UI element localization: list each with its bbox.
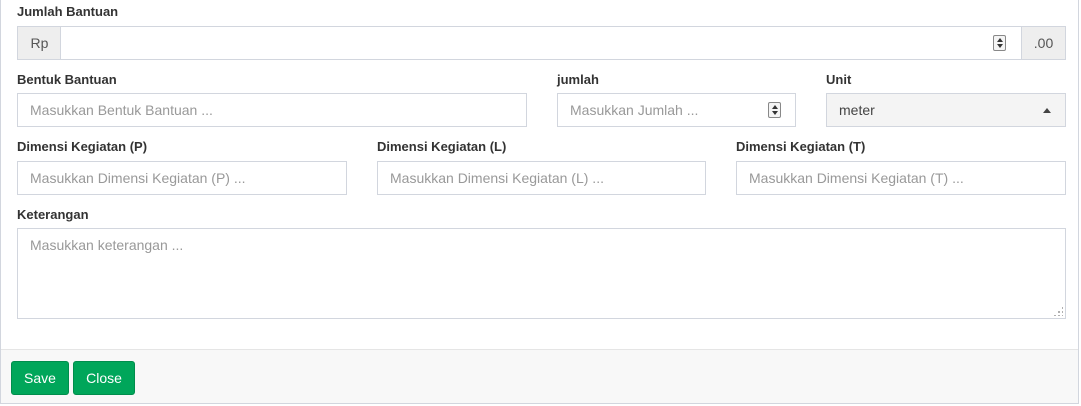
unit-selected-value: meter bbox=[839, 102, 875, 118]
spinner-up-icon[interactable] bbox=[771, 105, 778, 109]
jumlah-bantuan-spinner[interactable] bbox=[993, 35, 1006, 51]
unit-select[interactable]: meter bbox=[826, 93, 1066, 127]
jumlah-label: jumlah bbox=[557, 72, 599, 87]
spinner-up-icon[interactable] bbox=[996, 38, 1003, 42]
keterangan-label: Keterangan bbox=[17, 207, 89, 222]
keterangan-textarea[interactable] bbox=[17, 228, 1066, 319]
dimensi-p-label: Dimensi Kegiatan (P) bbox=[17, 139, 148, 154]
close-button[interactable]: Close bbox=[73, 361, 135, 395]
modal-footer: Save Close bbox=[1, 349, 1078, 403]
bentuk-bantuan-label: Bentuk Bantuan bbox=[17, 72, 117, 87]
decimal-suffix-addon: .00 bbox=[1021, 26, 1066, 60]
spinner-down-icon[interactable] bbox=[771, 111, 778, 115]
modal-body: Jumlah Bantuan Rp .00 Bentuk Bantuan jum… bbox=[0, 0, 1079, 404]
dimensi-p-input[interactable] bbox=[17, 161, 347, 195]
jumlah-spinner[interactable] bbox=[768, 102, 781, 118]
unit-label: Unit bbox=[826, 72, 852, 87]
save-button[interactable]: Save bbox=[11, 361, 69, 395]
jumlah-bantuan-label: Jumlah Bantuan bbox=[17, 4, 119, 19]
jumlah-input[interactable] bbox=[557, 93, 796, 127]
spinner-down-icon[interactable] bbox=[996, 44, 1003, 48]
keterangan-wrapper bbox=[17, 228, 1066, 319]
dimensi-t-label: Dimensi Kegiatan (T) bbox=[736, 139, 866, 154]
jumlah-bantuan-input[interactable] bbox=[60, 26, 1022, 60]
bentuk-bantuan-input[interactable] bbox=[17, 93, 527, 127]
dimensi-l-label: Dimensi Kegiatan (L) bbox=[377, 139, 507, 154]
dimensi-t-input[interactable] bbox=[736, 161, 1066, 195]
dimensi-l-input[interactable] bbox=[377, 161, 706, 195]
currency-prefix-addon: Rp bbox=[17, 26, 61, 60]
caret-up-icon bbox=[1043, 108, 1051, 113]
